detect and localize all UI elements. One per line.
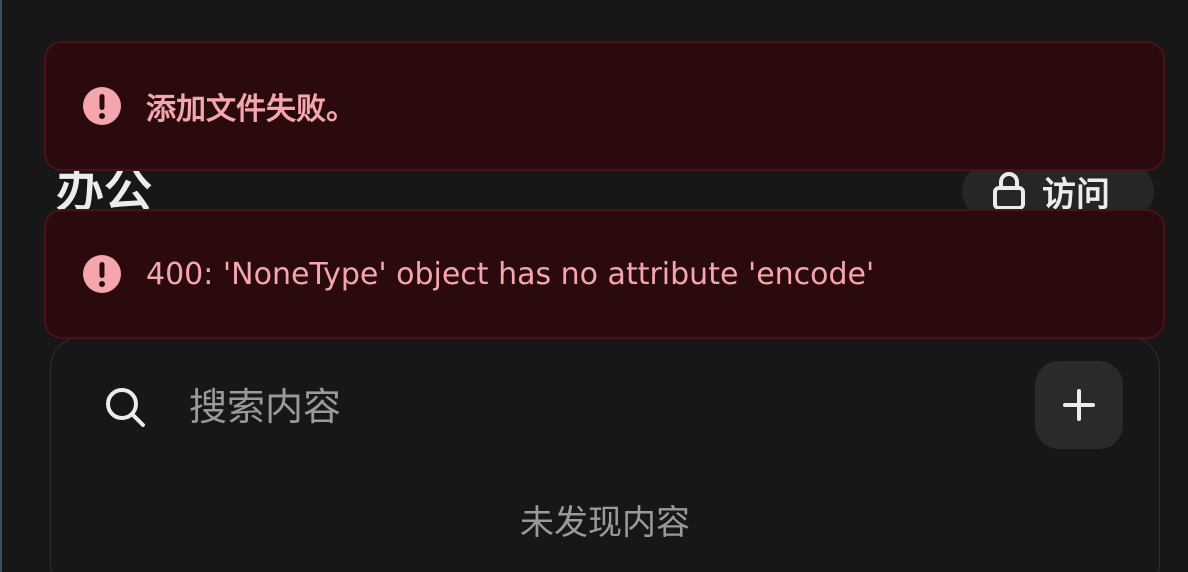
add-content-button[interactable] (1035, 361, 1123, 449)
error-toast[interactable]: 400: 'NoneType' object has no attribute … (44, 209, 1165, 339)
content-panel: 未发现内容 (50, 336, 1160, 572)
lock-icon (993, 172, 1025, 210)
toast-message: 400: 'NoneType' object has no attribute … (146, 256, 875, 292)
alert-circle-icon (83, 87, 121, 125)
search-input[interactable] (189, 377, 1009, 437)
plus-icon (1063, 389, 1095, 421)
knowledge-page: 办公 访问 未发现内容 添加文件失败。 (0, 0, 1188, 572)
search-icon (106, 388, 145, 427)
toast-message: 添加文件失败。 (146, 92, 356, 127)
error-toast[interactable]: 添加文件失败。 (44, 41, 1165, 171)
alert-circle-icon (83, 255, 121, 293)
empty-state-text: 未发现内容 (520, 503, 690, 543)
